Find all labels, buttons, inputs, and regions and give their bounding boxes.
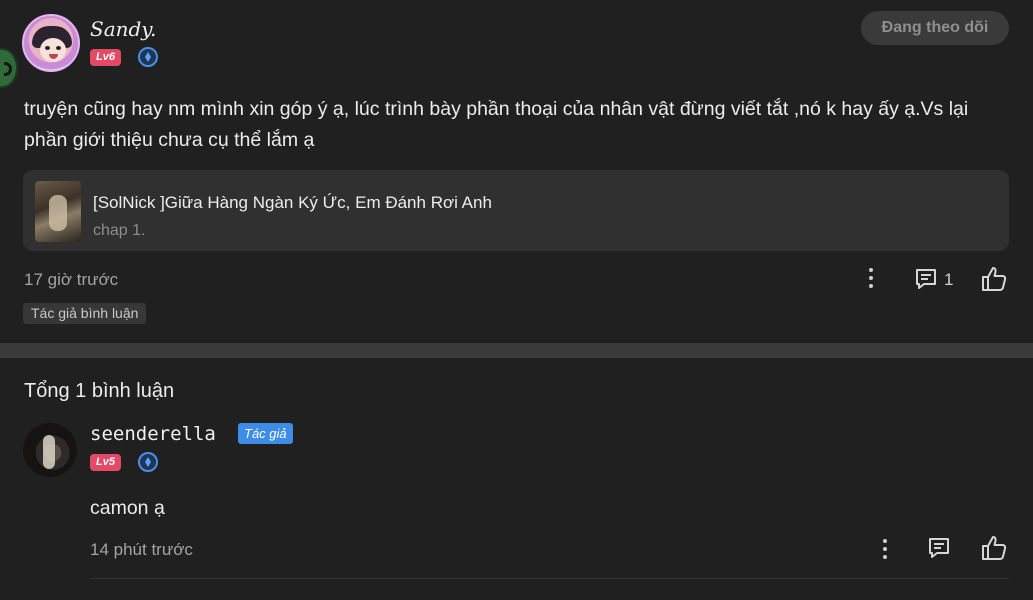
- comment-text: truyện cũng hay nm mình xin góp ý ạ, lúc…: [24, 98, 969, 151]
- verified-icon: [138, 452, 158, 472]
- author-badge: Tác giả: [238, 423, 293, 444]
- level-badge: Lv6: [90, 49, 121, 66]
- comment-icon[interactable]: [926, 535, 952, 561]
- following-button[interactable]: Đang theo dõi: [861, 11, 1009, 45]
- username[interactable]: Sandy.: [90, 17, 156, 41]
- divider-line: [90, 578, 1009, 579]
- author-commented-tag: Tác giả bình luận: [23, 303, 147, 324]
- section-divider: [0, 343, 1033, 358]
- story-chapter: chap 1.: [93, 222, 146, 239]
- story-cover-image[interactable]: [35, 181, 81, 242]
- comment-icon[interactable]: [913, 266, 939, 292]
- avatar[interactable]: [22, 14, 80, 72]
- reply-avatar[interactable]: [23, 423, 77, 477]
- thumbs-up-icon[interactable]: [980, 265, 1008, 293]
- story-title[interactable]: [SolNick ]Giữa Hàng Ngàn Ký Ức, Em Đánh …: [93, 193, 492, 213]
- side-avatar-fragment: [0, 48, 18, 88]
- more-vertical-icon[interactable]: [883, 539, 887, 563]
- reply-text: camon ạ: [90, 497, 165, 519]
- comment-timestamp: 17 giờ trước: [24, 270, 119, 289]
- more-vertical-icon[interactable]: [869, 268, 873, 292]
- thumbs-up-icon[interactable]: [980, 534, 1008, 562]
- reply-count: 1: [944, 270, 954, 289]
- total-comments-label: Tổng 1 bình luận: [24, 380, 175, 402]
- verified-icon: [138, 47, 158, 67]
- reply-username[interactable]: seenderella: [90, 423, 216, 445]
- reply-level-badge: Lv5: [90, 454, 121, 471]
- reply-timestamp: 14 phút trước: [90, 540, 193, 559]
